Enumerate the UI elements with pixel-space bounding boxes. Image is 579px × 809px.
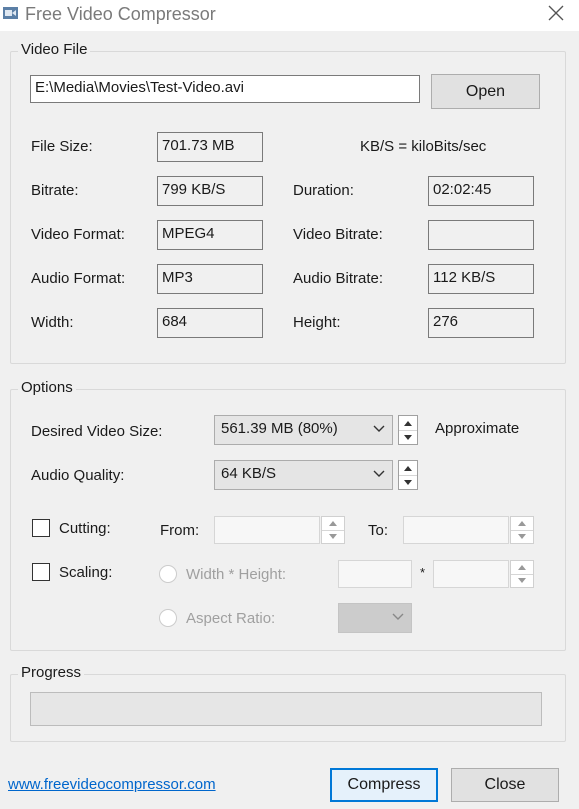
bitrate-label: Bitrate: xyxy=(31,182,79,199)
audio-quality-value: 64 KB/S xyxy=(221,465,277,482)
scale-height-spinner[interactable] xyxy=(510,560,534,588)
audio-quality-label: Audio Quality: xyxy=(31,467,125,484)
audio-bitrate-value: 112 KB/S xyxy=(428,264,534,294)
video-format-value: MPEG4 xyxy=(157,220,263,250)
spin-down-icon[interactable] xyxy=(511,574,533,587)
chevron-down-icon xyxy=(392,613,404,620)
units-note: KB/S = kiloBits/sec xyxy=(360,138,487,155)
spin-down-icon[interactable] xyxy=(511,530,533,543)
bitrate-value: 799 KB/S xyxy=(157,176,263,206)
audio-quality-dropdown[interactable]: 64 KB/S xyxy=(214,460,393,490)
width-label: Width: xyxy=(31,314,74,331)
audio-format-value: MP3 xyxy=(157,264,263,294)
scale-width-input[interactable] xyxy=(338,560,412,588)
spin-up-icon[interactable] xyxy=(511,561,533,575)
approximate-note: Approximate xyxy=(435,420,520,437)
progress-legend: Progress xyxy=(18,664,85,681)
to-input[interactable] xyxy=(403,516,509,544)
spin-up-icon[interactable] xyxy=(511,517,533,531)
width-height-radio[interactable] xyxy=(159,565,177,583)
from-label: From: xyxy=(160,522,200,539)
spin-down-icon[interactable] xyxy=(399,430,417,444)
spin-up-icon[interactable] xyxy=(399,461,417,476)
duration-label: Duration: xyxy=(293,182,354,199)
website-link[interactable]: www.freevideocompressor.com xyxy=(8,776,216,793)
duration-value: 02:02:45 xyxy=(428,176,534,206)
video-bitrate-value xyxy=(428,220,534,250)
progress-bar xyxy=(30,692,542,726)
file-size-value: 701.73 MB xyxy=(157,132,263,162)
height-label: Height: xyxy=(293,314,341,331)
to-spinner[interactable] xyxy=(510,516,534,544)
chevron-down-icon xyxy=(373,425,385,432)
audio-format-label: Audio Format: xyxy=(31,270,126,287)
width-value: 684 xyxy=(157,308,263,338)
video-file-legend: Video File xyxy=(18,41,91,58)
audio-quality-spinner[interactable] xyxy=(398,460,418,490)
video-bitrate-label: Video Bitrate: xyxy=(293,226,383,243)
video-camera-icon xyxy=(2,5,19,21)
spin-up-icon[interactable] xyxy=(322,517,344,531)
close-icon[interactable] xyxy=(541,0,571,28)
width-height-label: Width * Height: xyxy=(186,566,287,583)
spin-down-icon[interactable] xyxy=(322,530,344,543)
file-path-input[interactable]: E:\Media\Movies\Test-Video.avi xyxy=(30,75,420,103)
desired-size-dropdown[interactable]: 561.39 MB (80%) xyxy=(214,415,393,445)
compress-button[interactable]: Compress xyxy=(330,768,438,802)
file-size-label: File Size: xyxy=(31,138,93,155)
height-value: 276 xyxy=(428,308,534,338)
from-input[interactable] xyxy=(214,516,320,544)
from-spinner[interactable] xyxy=(321,516,345,544)
audio-bitrate-label: Audio Bitrate: xyxy=(293,270,384,287)
aspect-ratio-radio[interactable] xyxy=(159,609,177,627)
scaling-label: Scaling: xyxy=(59,564,113,581)
video-format-label: Video Format: xyxy=(31,226,125,243)
cutting-label: Cutting: xyxy=(59,520,111,537)
aspect-ratio-label: Aspect Ratio: xyxy=(186,610,276,627)
spin-up-icon[interactable] xyxy=(399,416,417,431)
desired-size-value: 561.39 MB (80%) xyxy=(221,420,338,437)
window-title: Free Video Compressor xyxy=(25,4,216,24)
cutting-checkbox[interactable] xyxy=(32,519,50,537)
scaling-checkbox[interactable] xyxy=(32,563,50,581)
desired-size-label: Desired Video Size: xyxy=(31,423,163,440)
options-legend: Options xyxy=(18,379,76,396)
spin-down-icon[interactable] xyxy=(399,475,417,489)
to-label: To: xyxy=(368,522,389,539)
times-symbol: * xyxy=(420,565,426,580)
aspect-ratio-dropdown[interactable] xyxy=(338,603,412,633)
close-button[interactable]: Close xyxy=(451,768,559,802)
scale-height-input[interactable] xyxy=(433,560,509,588)
open-button[interactable]: Open xyxy=(431,74,540,109)
chevron-down-icon xyxy=(373,470,385,477)
desired-size-spinner[interactable] xyxy=(398,415,418,445)
